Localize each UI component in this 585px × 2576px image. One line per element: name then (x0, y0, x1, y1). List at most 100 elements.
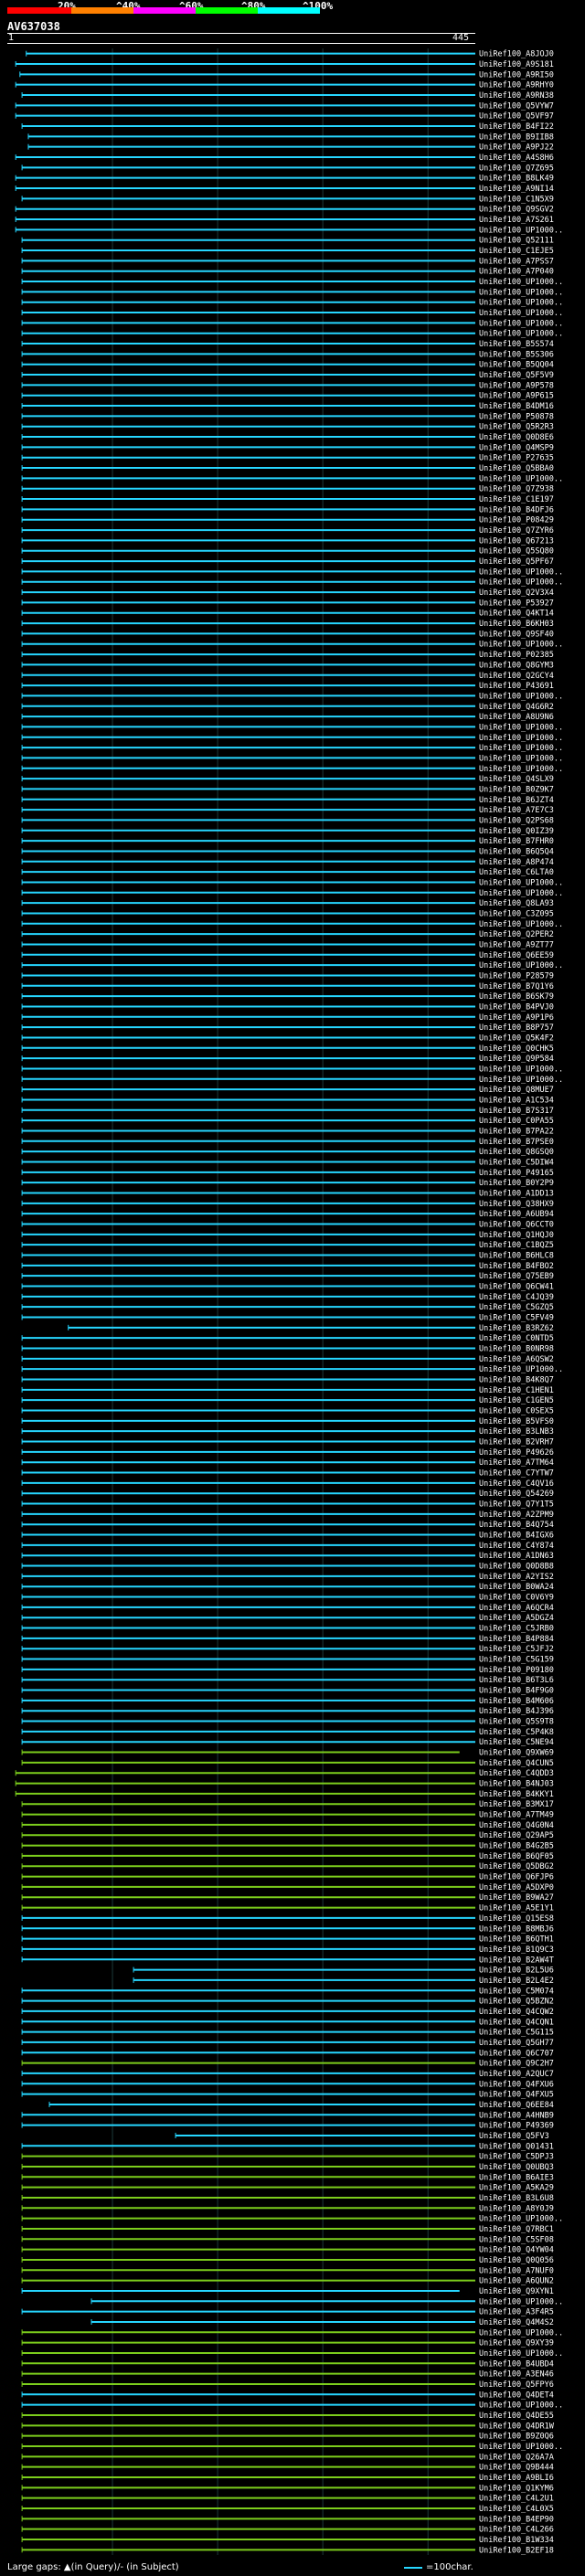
hit-label[interactable]: UniRef100_Q5F5V9 (479, 371, 554, 380)
hit-label[interactable]: UniRef100_Q8GSQ0 (479, 1148, 554, 1157)
hit-label[interactable]: UniRef100_Q5S9T8 (479, 1718, 554, 1727)
hit-label[interactable]: UniRef100_A1DD13 (479, 1189, 554, 1198)
hit-label[interactable]: UniRef100_A8P474 (479, 858, 554, 867)
hit-label[interactable]: UniRef100_Q4FXU6 (479, 2080, 554, 2089)
hit-label[interactable]: UniRef100_A9RI50 (479, 70, 554, 80)
hit-label[interactable]: UniRef100_Q6CCT0 (479, 1220, 554, 1229)
hit-label[interactable]: UniRef100_UP1000.. (479, 878, 563, 887)
hit-label[interactable]: UniRef100_C0NTD5 (479, 1334, 554, 1343)
hit-label[interactable]: UniRef100_P43691 (479, 682, 554, 691)
hit-label[interactable]: UniRef100_C5JRB0 (479, 1625, 554, 1634)
hit-label[interactable]: UniRef100_B8P757 (479, 1023, 554, 1033)
hit-label[interactable]: UniRef100_B0Y2P9 (479, 1179, 554, 1188)
hit-label[interactable]: UniRef100_UP1000.. (479, 567, 563, 577)
hit-label[interactable]: UniRef100_A9S181 (479, 60, 554, 69)
hit-label[interactable]: UniRef100_UP1000.. (479, 754, 563, 763)
hit-label[interactable]: UniRef100_A7S261 (479, 216, 554, 225)
hit-label[interactable]: UniRef100_Q4YW04 (479, 2246, 554, 2255)
hit-label[interactable]: UniRef100_C3Z095 (479, 909, 554, 918)
hit-label[interactable]: UniRef100_B8MBJ6 (479, 1924, 554, 1934)
hit-label[interactable]: UniRef100_C1E197 (479, 495, 554, 504)
hit-label[interactable]: UniRef100_C1BQZ5 (479, 1241, 554, 1250)
hit-label[interactable]: UniRef100_B4NJ03 (479, 1780, 554, 1789)
hit-label[interactable]: UniRef100_Q8GYM3 (479, 661, 554, 670)
hit-label[interactable]: UniRef100_A6QSW2 (479, 1355, 554, 1364)
hit-label[interactable]: UniRef100_Q4SLX9 (479, 775, 554, 784)
hit-label[interactable]: UniRef100_Q6EE84 (479, 2101, 554, 2110)
hit-label[interactable]: UniRef100_A7NUF0 (479, 2266, 554, 2275)
hit-label[interactable]: UniRef100_B4K8Q7 (479, 1376, 554, 1385)
hit-label[interactable]: UniRef100_C4QV16 (479, 1479, 554, 1489)
hit-label[interactable]: UniRef100_UP1000.. (479, 765, 563, 774)
hit-label[interactable]: UniRef100_B4FBO2 (479, 1262, 554, 1271)
hit-label[interactable]: UniRef100_B9Z0Q6 (479, 2433, 554, 2442)
hit-label[interactable]: UniRef100_B2EF18 (479, 2546, 554, 2555)
hit-label[interactable]: UniRef100_UP1000.. (479, 2401, 563, 2411)
hit-label[interactable]: UniRef100_UP1000.. (479, 226, 563, 235)
hit-label[interactable]: UniRef100_C1N5X9 (479, 195, 554, 204)
hit-label[interactable]: UniRef100_Q7RBC1 (479, 2225, 554, 2234)
hit-label[interactable]: UniRef100_Q5FPY6 (479, 2380, 554, 2390)
hit-label[interactable]: UniRef100_Q2V3X4 (479, 588, 554, 598)
hit-label[interactable]: UniRef100_Q5VYW7 (479, 101, 554, 111)
hit-label[interactable]: UniRef100_Q2PER2 (479, 930, 554, 939)
hit-label[interactable]: UniRef100_A9RHY0 (479, 81, 554, 90)
hit-label[interactable]: UniRef100_C1EJE5 (479, 247, 554, 256)
hit-label[interactable]: UniRef100_Q5SQ80 (479, 547, 554, 557)
hit-label[interactable]: UniRef100_UP1000.. (479, 744, 563, 753)
hit-label[interactable]: UniRef100_C6LTA0 (479, 868, 554, 877)
hit-label[interactable]: UniRef100_A5DGZ4 (479, 1614, 554, 1623)
hit-label[interactable]: UniRef100_B6T3L6 (479, 1676, 554, 1685)
hit-label[interactable]: UniRef100_Q4G6R2 (479, 703, 554, 712)
hit-label[interactable]: UniRef100_UP1000.. (479, 734, 563, 743)
hit-label[interactable]: UniRef100_C4JQ39 (479, 1293, 554, 1302)
hit-label[interactable]: UniRef100_C7YTW7 (479, 1469, 554, 1479)
hit-label[interactable]: UniRef100_A2QUC7 (479, 2070, 554, 2079)
hit-label[interactable]: UniRef100_B4IGX6 (479, 1532, 554, 1541)
hit-label[interactable]: UniRef100_A7E7C3 (479, 806, 554, 815)
hit-label[interactable]: UniRef100_B4UBD4 (479, 2359, 554, 2369)
hit-label[interactable]: UniRef100_B0WA24 (479, 1583, 554, 1592)
hit-label[interactable]: UniRef100_C4L2U1 (479, 2495, 554, 2504)
hit-label[interactable]: UniRef100_P50878 (479, 412, 554, 421)
hit-label[interactable]: UniRef100_B5VFS0 (479, 1417, 554, 1426)
hit-label[interactable]: UniRef100_Q52111 (479, 237, 554, 246)
hit-label[interactable]: UniRef100_A9P1P6 (479, 1013, 554, 1023)
hit-label[interactable]: UniRef100_Q5FV3 (479, 2132, 549, 2141)
hit-label[interactable]: UniRef100_P53927 (479, 599, 554, 608)
hit-label[interactable]: UniRef100_UP1000.. (479, 920, 563, 929)
hit-label[interactable]: UniRef100_P09180 (479, 1666, 554, 1675)
hit-label[interactable]: UniRef100_B9IIB8 (479, 133, 554, 142)
hit-label[interactable]: UniRef100_Q9SF40 (479, 630, 554, 639)
hit-label[interactable]: UniRef100_B6HLC8 (479, 1251, 554, 1260)
hit-label[interactable]: UniRef100_B7PA22 (479, 1127, 554, 1136)
hit-label[interactable]: UniRef100_Q0D8E6 (479, 433, 554, 442)
hit-label[interactable]: UniRef100_B2AW4T (479, 1956, 554, 1965)
hit-label[interactable]: UniRef100_Q6FJP6 (479, 1873, 554, 1882)
hit-label[interactable]: UniRef100_B4DFJ6 (479, 505, 554, 514)
hit-label[interactable]: UniRef100_C5DIW4 (479, 1158, 554, 1167)
hit-label[interactable]: UniRef100_UP1000.. (479, 309, 563, 318)
hit-label[interactable]: UniRef100_C5JFJ2 (479, 1645, 554, 1654)
hit-label[interactable]: UniRef100_A3EN46 (479, 2370, 554, 2380)
hit-label[interactable]: UniRef100_C4L266 (479, 2526, 554, 2535)
hit-label[interactable]: UniRef100_C5DPJ3 (479, 2153, 554, 2162)
hit-label[interactable]: UniRef100_A3F4R5 (479, 2308, 554, 2317)
hit-label[interactable]: UniRef100_UP1000.. (479, 2215, 563, 2224)
hit-label[interactable]: UniRef100_Q15ES8 (479, 1914, 554, 1924)
hit-label[interactable]: UniRef100_Q9B444 (479, 2464, 554, 2473)
hit-label[interactable]: UniRef100_C1HEN1 (479, 1386, 554, 1395)
hit-label[interactable]: UniRef100_A4HNB9 (479, 2111, 554, 2120)
hit-label[interactable]: UniRef100_B6AIE3 (479, 2173, 554, 2182)
hit-label[interactable]: UniRef100_UP1000.. (479, 2328, 563, 2337)
hit-label[interactable]: UniRef100_Q4CUN5 (479, 1759, 554, 1768)
hit-label[interactable]: UniRef100_Q5BZN2 (479, 1998, 554, 2007)
hit-label[interactable]: UniRef100_Q01431 (479, 2142, 554, 2151)
hit-label[interactable]: UniRef100_P02385 (479, 651, 554, 660)
hit-label[interactable]: UniRef100_P28579 (479, 971, 554, 981)
hit-label[interactable]: UniRef100_A9P578 (479, 381, 554, 390)
hit-label[interactable]: UniRef100_A5KA29 (479, 2184, 554, 2193)
hit-label[interactable]: UniRef100_Q29AP5 (479, 1831, 554, 1840)
hit-label[interactable]: UniRef100_B6QF05 (479, 1852, 554, 1861)
hit-label[interactable]: UniRef100_Q9P584 (479, 1055, 554, 1064)
